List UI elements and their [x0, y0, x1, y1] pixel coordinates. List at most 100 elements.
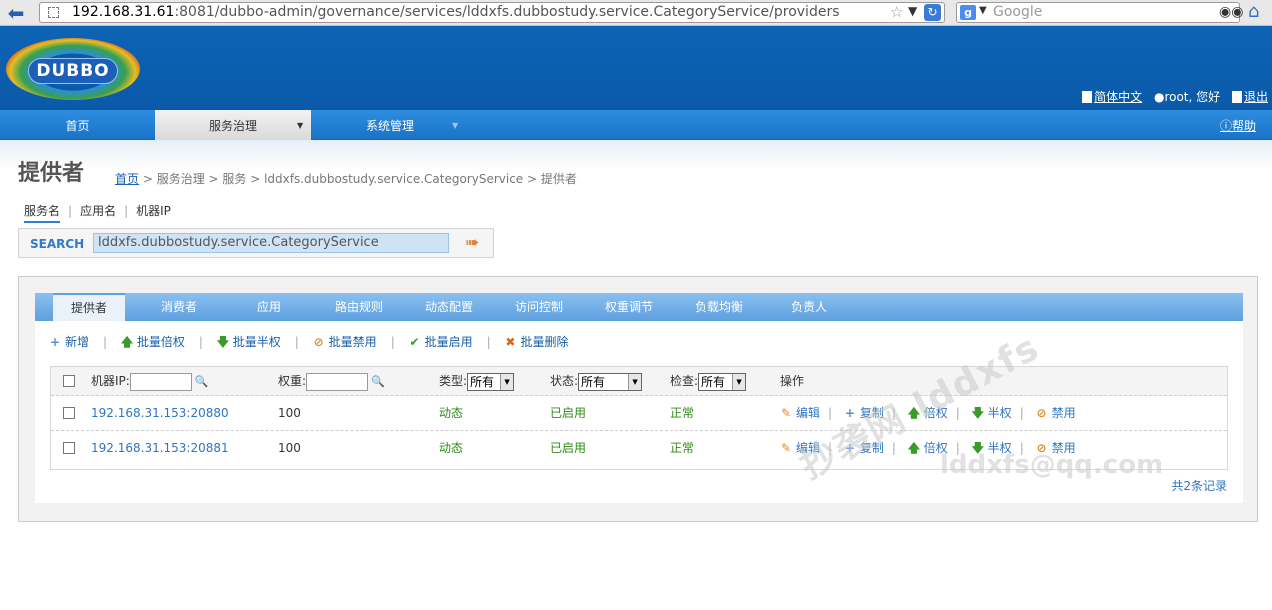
main-nav: 首页 服务治理 ▼ 系统管理 ▼ ⓘ帮助: [0, 110, 1272, 140]
chevron-down-icon: ▼: [500, 373, 514, 390]
row-checkbox[interactable]: [63, 442, 75, 454]
tab-owners[interactable]: 负责人: [777, 293, 841, 321]
tab-consumers[interactable]: 消费者: [147, 293, 211, 321]
forbidden-icon: ⊘: [313, 335, 324, 349]
status-select[interactable]: 所有 ▼: [578, 372, 643, 391]
caret-down-icon: ▼: [452, 121, 459, 130]
double-weight-button[interactable]: 🡅 倍权: [908, 406, 948, 420]
search-arrow-icon[interactable]: ➠: [465, 234, 485, 252]
page-icon: [48, 7, 59, 18]
url-text[interactable]: 192.168.31.61:8081/dubbo-admin/governanc…: [72, 4, 840, 20]
search-icon[interactable]: 🔍: [371, 375, 385, 388]
provider-address-link[interactable]: 192.168.31.153:20881: [91, 431, 229, 465]
breadcrumb: 首页 > 服务治理 > 服务 > lddxfs.dubbostudy.servi…: [115, 170, 577, 187]
dubbo-logo[interactable]: DUBBO: [4, 34, 144, 106]
help-link[interactable]: ⓘ帮助: [1220, 110, 1256, 142]
tab-dynamic-config[interactable]: 动态配置: [417, 293, 481, 321]
providers-table: 机器IP: 🔍 权重: 🔍 类型: 所有 ▼ 状态: 所有 ▼ 检查: 所有 ▼ 操作 192.…: [50, 366, 1228, 470]
chevron-down-icon[interactable]: ▼: [908, 4, 917, 18]
logout-link[interactable]: 退出: [1231, 90, 1268, 104]
double-weight-button[interactable]: 🡅 倍权: [908, 441, 948, 455]
header-actions: 操作: [780, 374, 805, 388]
type-select[interactable]: 所有 ▼: [467, 372, 515, 391]
section-tabs: 提供者 消费者 应用 路由规则 动态配置 访问控制 权重调节 负载均衡 负责人: [35, 293, 1243, 321]
browser-search-box[interactable]: g ▼ Google ◉◉: [956, 2, 1243, 23]
half-weight-button[interactable]: 🡇 半权: [972, 406, 1012, 420]
forbidden-icon: ⊘: [1036, 406, 1047, 420]
check-select[interactable]: 所有 ▼: [698, 372, 747, 391]
record-count: 共2条记录: [1171, 479, 1227, 493]
header-ip: 机器IP: 🔍: [91, 367, 209, 396]
check-value: 正常: [670, 406, 695, 420]
disable-button[interactable]: ⊘ 禁用: [1036, 441, 1076, 455]
logout-icon: [1231, 91, 1242, 103]
half-weight-button[interactable]: 🡇 半权: [972, 441, 1012, 455]
plus-icon: +: [844, 441, 855, 455]
content-panel: 提供者 消费者 应用 路由规则 动态配置 访问控制 权重调节 负载均衡 负责人 …: [18, 276, 1258, 522]
copy-button[interactable]: + 复制: [844, 406, 884, 420]
arrow-up-icon: 🡅: [907, 441, 921, 455]
batch-toolbar: + 新增 | 🡅 批量倍权 | 🡇 批量半权 | ⊘ 批量禁用 | ✔ 批量启用 | ✖ 批量删除: [49, 333, 572, 354]
tab-applications[interactable]: 应用: [237, 293, 301, 321]
header-weight: 权重: 🔍: [278, 367, 385, 396]
weight-filter-input[interactable]: [306, 372, 369, 391]
table-header: 机器IP: 🔍 权重: 🔍 类型: 所有 ▼ 状态: 所有 ▼ 检查: 所有 ▼ 操作: [51, 367, 1227, 396]
arrow-down-icon: 🡇: [971, 441, 985, 455]
back-arrow-icon[interactable]: ⬅: [4, 2, 28, 24]
address-bar[interactable]: 192.168.31.61:8081/dubbo-admin/governanc…: [39, 2, 945, 23]
subheader-band: [0, 140, 1272, 170]
edit-button[interactable]: ✎ 编辑: [780, 441, 820, 455]
search-box: SEARCH lddxfs.dubbostudy.service.Categor…: [18, 228, 494, 258]
help-icon: ⓘ: [1219, 119, 1232, 133]
plus-icon: +: [49, 335, 61, 349]
add-button[interactable]: + 新增: [49, 333, 89, 350]
caret-down-icon: ▼: [297, 121, 304, 130]
x-icon: ✖: [505, 335, 516, 349]
batch-delete-button[interactable]: ✖ 批量删除: [504, 333, 568, 350]
disable-button[interactable]: ⊘ 禁用: [1036, 406, 1076, 420]
check-icon: ✔: [409, 335, 420, 349]
row-actions: ✎ 编辑 | + 复制 | 🡅 倍权 | 🡇 半权 | ⊘ 禁用: [780, 396, 1076, 430]
pencil-icon: ✎: [780, 441, 792, 455]
tab-load-balance[interactable]: 负载均衡: [687, 293, 751, 321]
type-value: 动态: [439, 406, 464, 420]
batch-enable-button[interactable]: ✔ 批量启用: [409, 333, 473, 350]
search-input[interactable]: lddxfs.dubbostudy.service.CategoryServic…: [93, 233, 449, 253]
search-placeholder: Google: [993, 4, 1043, 20]
binoculars-icon[interactable]: ◉◉: [1219, 4, 1243, 20]
type-value: 动态: [439, 441, 464, 455]
nav-item-service-governance[interactable]: 服务治理 ▼: [155, 110, 311, 140]
search-tab-application[interactable]: 应用名: [80, 202, 116, 219]
nav-item-system-admin[interactable]: 系统管理 ▼: [312, 110, 468, 140]
edit-button[interactable]: ✎ 编辑: [780, 406, 820, 420]
row-checkbox[interactable]: [63, 407, 75, 419]
select-all-checkbox[interactable]: [63, 375, 75, 387]
tab-weight-adjust[interactable]: 权重调节: [597, 293, 661, 321]
batch-half-weight-button[interactable]: 🡇 批量半权: [217, 333, 281, 354]
search-tab-service[interactable]: 服务名: [24, 202, 61, 223]
bookmark-star-icon[interactable]: ☆: [890, 3, 903, 21]
tab-routing-rules[interactable]: 路由规则: [327, 293, 391, 321]
batch-double-weight-button[interactable]: 🡅 批量倍权: [121, 333, 185, 354]
app-header: DUBBO 简体中文 ●root, 您好 退出: [0, 26, 1272, 110]
arrow-up-icon: 🡅: [120, 335, 134, 349]
providers-panel: 提供者 消费者 应用 路由规则 动态配置 访问控制 权重调节 负载均衡 负责人 …: [35, 293, 1243, 503]
tab-access-control[interactable]: 访问控制: [507, 293, 571, 321]
nav-item-home[interactable]: 首页: [0, 110, 155, 140]
reload-icon[interactable]: ↻: [924, 4, 941, 21]
search-tab-ip[interactable]: 机器IP: [136, 202, 171, 219]
chevron-down-icon[interactable]: ▼: [979, 5, 987, 16]
ip-filter-input[interactable]: [129, 372, 192, 391]
home-icon[interactable]: ⌂: [1248, 2, 1259, 22]
language-link[interactable]: 简体中文: [1082, 90, 1142, 104]
status-value: 已启用: [550, 406, 587, 420]
copy-button[interactable]: + 复制: [844, 441, 884, 455]
search-icon[interactable]: 🔍: [195, 375, 209, 388]
google-icon[interactable]: g: [960, 5, 976, 20]
batch-disable-button[interactable]: ⊘ 批量禁用: [313, 333, 377, 350]
chevron-down-icon: ▼: [628, 373, 642, 390]
provider-address-link[interactable]: 192.168.31.153:20880: [91, 396, 229, 430]
breadcrumb-home-link[interactable]: 首页: [115, 172, 139, 186]
weight-value: 100: [278, 406, 301, 420]
tab-providers[interactable]: 提供者: [53, 293, 125, 321]
